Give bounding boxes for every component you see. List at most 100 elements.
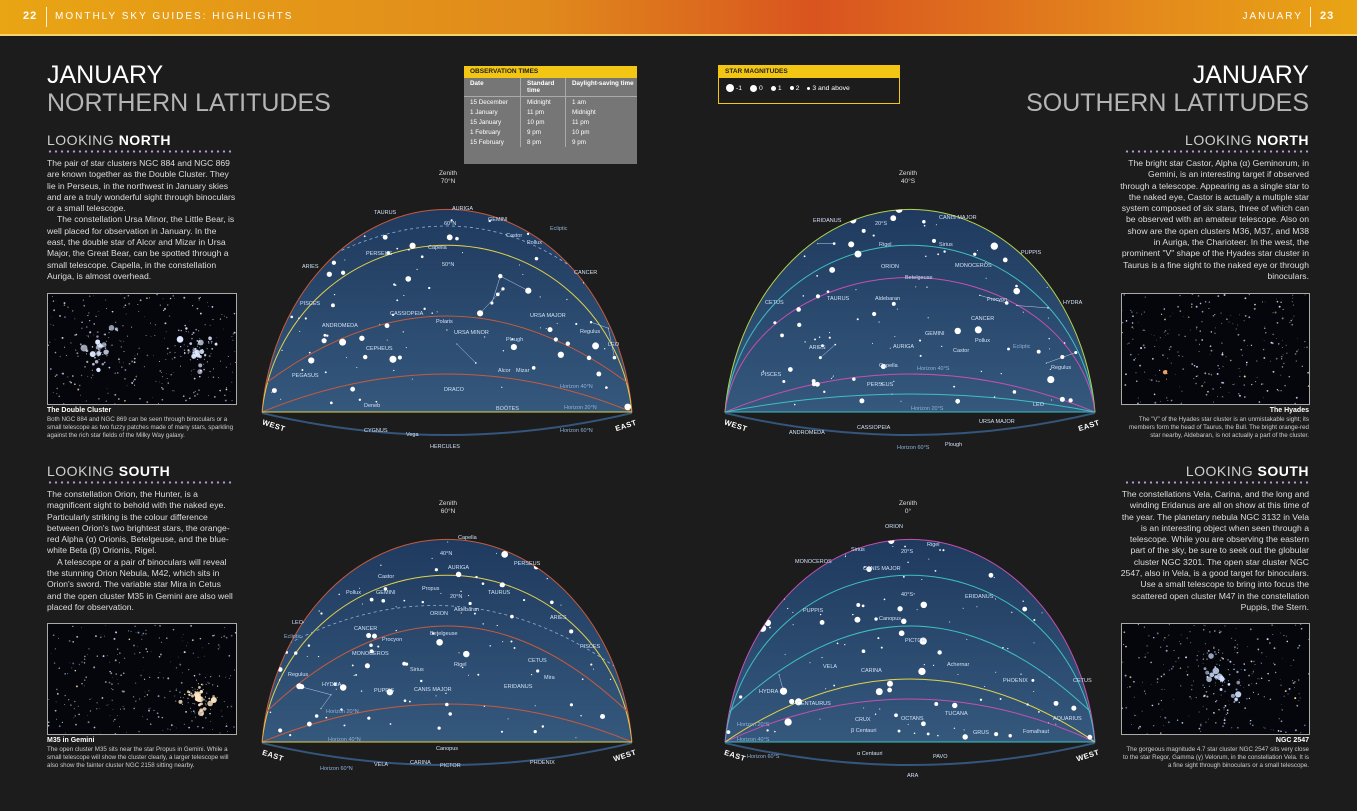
photo-star — [1308, 638, 1309, 640]
star-dot — [323, 333, 327, 337]
photo-star — [54, 375, 56, 377]
photo-star — [1266, 656, 1267, 657]
photo-star — [1300, 627, 1303, 630]
photo-star — [234, 669, 236, 671]
photo-star — [120, 346, 122, 348]
photo-star — [54, 351, 57, 354]
constellation-label: LEO — [1033, 402, 1045, 408]
photo-star — [146, 297, 148, 299]
photo-star — [1215, 653, 1217, 655]
photo-star — [95, 350, 97, 352]
photo-star — [168, 315, 171, 317]
photo-star — [87, 714, 89, 716]
photo-star — [171, 358, 173, 360]
star-dot — [564, 522, 565, 523]
photo-star — [1245, 361, 1248, 364]
photo-star — [72, 310, 74, 312]
photo-star — [1195, 697, 1197, 699]
star-dot — [928, 558, 930, 560]
photo-star — [191, 337, 193, 340]
photo-star — [1235, 688, 1238, 691]
photo-star — [1197, 665, 1199, 667]
photo-star — [225, 636, 228, 639]
star-map-south-lat-looking-south: ORION Rigel Sirius MONOCEROS 20°S CANIS … — [724, 524, 1096, 779]
star-dot — [815, 294, 821, 299]
photo-star — [1243, 384, 1245, 386]
star-dot — [1046, 286, 1048, 288]
star-dot — [531, 674, 533, 676]
star-dot — [748, 284, 752, 289]
star-dot — [792, 611, 794, 613]
photo-star — [161, 382, 163, 384]
photo-star — [135, 375, 138, 378]
star-dot — [560, 604, 562, 606]
star-dot — [893, 380, 895, 382]
star-label: Aldebaran — [875, 296, 900, 302]
photo-star — [192, 702, 194, 705]
photo-star — [111, 687, 113, 689]
photo-star — [1217, 395, 1219, 397]
photo-star — [1223, 719, 1226, 722]
photo-star — [1294, 697, 1297, 700]
photo-star — [203, 708, 205, 710]
photo-star — [211, 306, 214, 308]
photo-star — [73, 383, 76, 386]
photo-star — [170, 373, 173, 376]
ngc2547-photo — [1121, 623, 1310, 735]
star-dot — [848, 241, 855, 248]
star-dot — [999, 698, 1002, 700]
photo-star — [162, 388, 164, 390]
star-dot — [601, 541, 603, 543]
photo-star — [1244, 315, 1247, 317]
star-dot — [318, 610, 320, 612]
photo-star — [1150, 661, 1152, 664]
photo-star — [1169, 347, 1170, 349]
constellation-label: PUPPIS — [374, 688, 395, 694]
header-divider — [1310, 7, 1311, 27]
star-dot — [834, 343, 837, 346]
star-dot — [907, 724, 909, 726]
photo-star — [1176, 719, 1179, 721]
photo-star — [231, 381, 233, 383]
photo-star — [1270, 729, 1272, 730]
photo-star — [1295, 350, 1298, 353]
photo-star — [1163, 331, 1165, 333]
photo-star — [204, 703, 207, 705]
photo-star — [1278, 305, 1281, 308]
photo-star — [1277, 389, 1280, 392]
star-dot — [596, 371, 602, 377]
photo-star — [229, 363, 231, 365]
photo-star — [1202, 658, 1205, 660]
photo-star — [122, 672, 125, 675]
star-dot — [495, 292, 500, 297]
star-dot — [1049, 348, 1051, 350]
star-dot — [460, 590, 462, 593]
photo-star — [1306, 346, 1308, 349]
photo-star — [140, 674, 142, 677]
photo-star — [95, 339, 101, 345]
constellation-label: ORION — [881, 264, 899, 270]
star-dot — [1068, 398, 1073, 403]
star-dot — [274, 210, 281, 218]
photo-star — [1238, 367, 1240, 369]
photo-star — [133, 361, 136, 364]
star-dot — [380, 564, 382, 566]
star-dot — [984, 685, 986, 687]
photo-star — [1180, 634, 1182, 636]
star-dot — [814, 533, 816, 535]
table-row: 15 December Midnight 1 am — [464, 96, 637, 107]
photo-star — [1177, 351, 1179, 353]
photo-star — [1139, 364, 1142, 367]
star-dot — [569, 629, 574, 634]
star-dot — [935, 224, 937, 226]
photo-star — [1203, 686, 1205, 689]
photo-star — [1155, 374, 1157, 376]
photo-star — [1213, 693, 1215, 695]
star-dot — [1062, 242, 1067, 247]
photo-star — [1143, 690, 1146, 692]
star-dot — [340, 270, 346, 275]
photo-star — [1164, 637, 1166, 639]
photo-star — [1196, 659, 1198, 661]
photo-star — [85, 353, 87, 355]
photo-star — [1254, 664, 1256, 666]
